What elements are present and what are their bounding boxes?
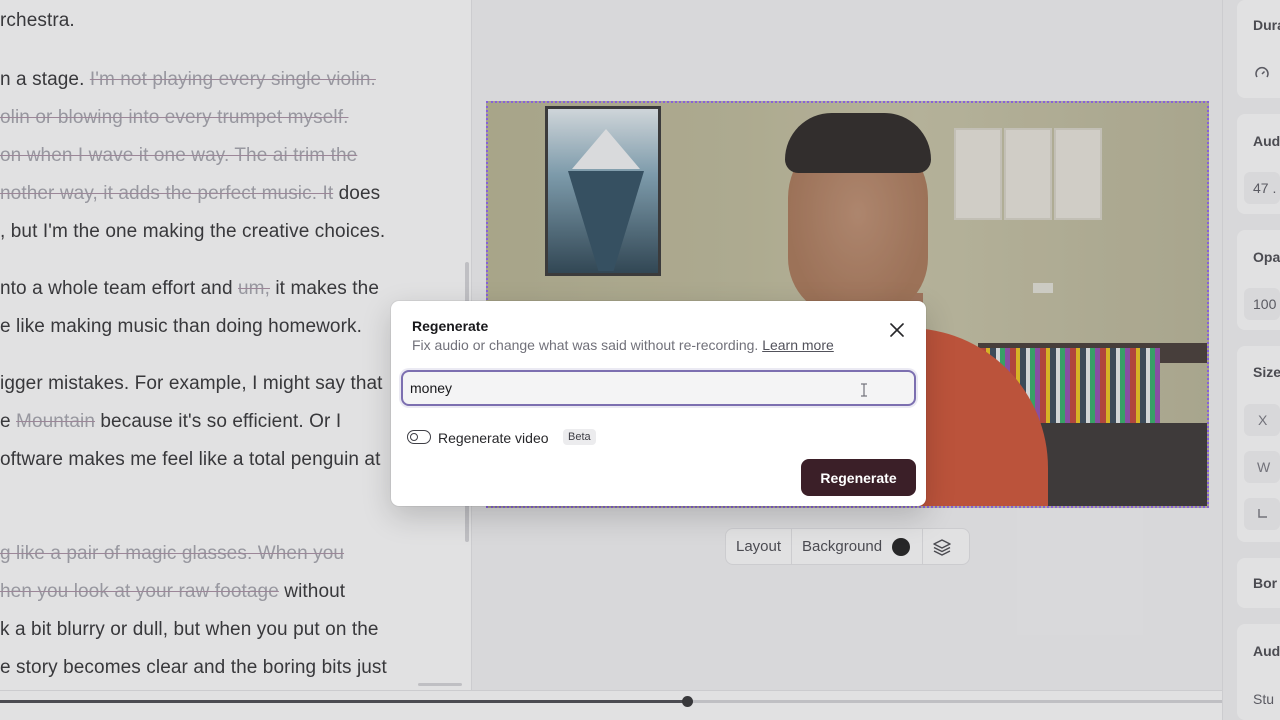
regenerate-dialog: Regenerate Fix audio or change what was … xyxy=(391,301,926,506)
close-button[interactable] xyxy=(887,320,907,340)
dialog-subtitle-text: Fix audio or change what was said withou… xyxy=(412,337,759,353)
text-cursor-icon xyxy=(861,383,867,397)
dialog-title: Regenerate xyxy=(412,318,489,334)
learn-more-link[interactable]: Learn more xyxy=(762,337,834,353)
regenerate-video-label[interactable]: Regenerate video xyxy=(438,430,549,446)
regenerate-button[interactable]: Regenerate xyxy=(801,459,916,496)
dialog-subtitle: Fix audio or change what was said withou… xyxy=(412,337,834,353)
toggle-knob xyxy=(410,432,418,441)
regenerate-video-toggle[interactable] xyxy=(407,430,431,444)
beta-badge: Beta xyxy=(563,429,596,445)
close-icon xyxy=(890,323,904,337)
app-window: rchestra. n a stage. I'm not playing ever… xyxy=(0,0,1280,720)
regenerate-text-input[interactable] xyxy=(401,370,916,406)
